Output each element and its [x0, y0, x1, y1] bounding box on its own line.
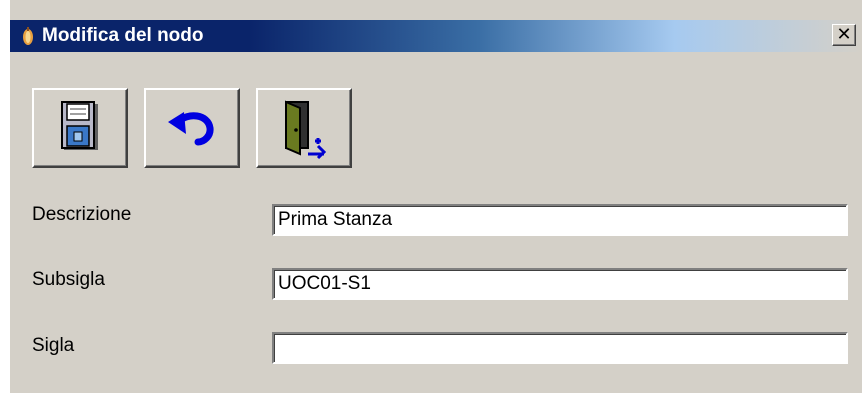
- sigla-input[interactable]: [272, 332, 848, 364]
- app-icon: [23, 27, 33, 45]
- close-button[interactable]: ✕: [832, 24, 856, 46]
- exit-button[interactable]: [256, 88, 352, 168]
- descrizione-label: Descrizione: [32, 204, 132, 225]
- sigla-label: Sigla: [32, 335, 75, 356]
- door-exit-icon: [285, 100, 327, 160]
- subsigla-label: Subsigla: [32, 269, 105, 290]
- save-button[interactable]: [32, 88, 128, 168]
- window-title: Modifica del nodo: [42, 25, 204, 46]
- title-bar[interactable]: Modifica del nodo ✕: [10, 20, 862, 52]
- subsigla-input[interactable]: [272, 268, 848, 300]
- undo-button[interactable]: [144, 88, 240, 168]
- close-icon: ✕: [836, 24, 852, 44]
- floppy-disk-save-icon: [61, 101, 98, 150]
- descrizione-input[interactable]: [272, 204, 848, 236]
- undo-arrow-icon: [168, 112, 214, 146]
